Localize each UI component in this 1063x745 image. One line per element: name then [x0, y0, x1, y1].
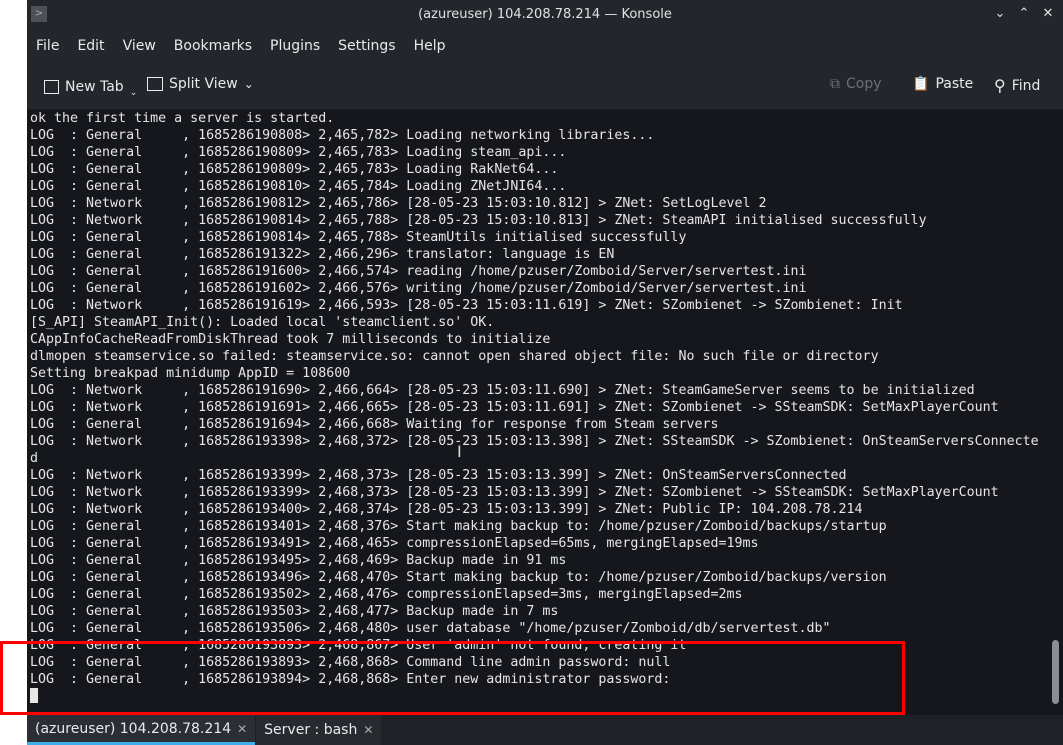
tab-label: (azureuser) 104.208.78.214: [35, 720, 232, 737]
close-icon[interactable]: ✕: [1039, 5, 1057, 23]
close-tab-icon[interactable]: ✕: [363, 723, 373, 737]
tab-azureuser[interactable]: (azureuser) 104.208.78.214 ✕: [27, 715, 256, 745]
terminal-line: LOG : General , 1685286190814> 2,465,788…: [30, 230, 687, 245]
terminal-line: LOG : General , 1685286193496> 2,468,470…: [30, 570, 887, 585]
terminal-line: ok the first time a server is started.: [30, 111, 335, 126]
maximize-icon[interactable]: ⌃: [1015, 5, 1033, 23]
menu-edit[interactable]: Edit: [71, 38, 110, 54]
paste-label: Paste: [935, 76, 974, 92]
menu-bar: File Edit View Bookmarks Plugins Setting…: [27, 30, 1063, 62]
terminal-line: LOG : Network , 1685286193398> 2,468,372…: [30, 434, 1039, 449]
terminal-line: LOG : Network , 1685286191619> 2,466,593…: [30, 298, 903, 313]
terminal-line: LOG : Network , 1685286193399> 2,468,373…: [30, 468, 847, 483]
terminal-line: LOG : General , 1685286193506> 2,468,480…: [30, 621, 831, 636]
terminal-line: LOG : General , 1685286193503> 2,468,477…: [30, 604, 559, 619]
terminal-line: LOG : General , 1685286191602> 2,466,576…: [30, 281, 807, 296]
terminal-line: LOG : Network , 1685286191690> 2,466,664…: [30, 383, 975, 398]
menu-bookmarks[interactable]: Bookmarks: [168, 38, 258, 54]
find-label: Find: [1011, 77, 1041, 94]
terminal-line: d: [30, 451, 39, 466]
paste-icon: 📋: [912, 76, 930, 92]
terminal-line: CAppInfoCacheReadFromDiskThread took 7 m…: [30, 332, 551, 347]
minimize-icon[interactable]: ⌄: [991, 5, 1009, 23]
tab-label: Server : bash: [264, 722, 358, 738]
title-bar: > (azureuser) 104.208.78.214 — Konsole ⌄…: [27, 0, 1063, 30]
terminal-line: LOG : General , 1685286193491> 2,468,465…: [30, 536, 759, 551]
terminal-lines: ok the first time a server is started. LO…: [30, 110, 1039, 705]
terminal-output[interactable]: ok the first time a server is started. LO…: [27, 110, 1063, 715]
terminal-line: LOG : Network , 1685286191691> 2,466,665…: [30, 400, 999, 415]
terminal-line: LOG : General , 1685286193401> 2,468,376…: [30, 519, 887, 534]
menu-file[interactable]: File: [30, 38, 65, 54]
split-view-label: Split View: [169, 76, 238, 92]
terminal-line: LOG : General , 1685286193495> 2,468,469…: [30, 553, 567, 568]
copy-icon: ⧉: [830, 76, 840, 92]
text-cursor-ibeam-icon: I: [457, 442, 462, 461]
chevron-down-icon: ⌄: [243, 77, 254, 91]
split-view-button[interactable]: Split View ⌄: [147, 76, 254, 92]
menu-settings[interactable]: Settings: [332, 38, 401, 54]
terminal-line: LOG : General , 1685286190810> 2,465,784…: [30, 179, 567, 194]
new-tab-button[interactable]: New Tab ⌄: [44, 76, 137, 98]
terminal-line: LOG : General , 1685286193502> 2,468,476…: [30, 587, 743, 602]
terminal-line: LOG : Network , 1685286190814> 2,465,788…: [30, 213, 927, 228]
terminal-line: LOG : General , 1685286191694> 2,466,668…: [30, 417, 719, 432]
new-tab-label: New Tab: [65, 79, 124, 95]
konsole-window: > (azureuser) 104.208.78.214 — Konsole ⌄…: [27, 0, 1063, 745]
menu-plugins[interactable]: Plugins: [264, 38, 326, 54]
menu-view[interactable]: View: [117, 38, 162, 54]
terminal-line: Setting breakpad minidump AppID = 108600: [30, 366, 351, 381]
terminal-line: LOG : General , 1685286190809> 2,465,783…: [30, 162, 559, 177]
terminal-line: LOG : Network , 1685286193399> 2,468,373…: [30, 485, 999, 500]
terminal-line: LOG : General , 1685286191322> 2,466,296…: [30, 247, 615, 262]
tab-server-bash[interactable]: Server : bash ✕: [256, 715, 382, 745]
copy-button[interactable]: ⧉ Copy: [830, 76, 882, 92]
terminal-line: LOG : General , 1685286190809> 2,465,783…: [30, 145, 567, 160]
search-icon: ⚲: [994, 76, 1006, 95]
tab-bar: (azureuser) 104.208.78.214 ✕ Server : ba…: [27, 715, 1063, 745]
terminal-line: LOG : Network , 1685286193400> 2,468,374…: [30, 502, 863, 517]
close-tab-icon[interactable]: ✕: [237, 722, 247, 736]
toolbar: New Tab ⌄ Split View ⌄ ⧉ Copy 📋 Paste ⚲ F…: [27, 62, 1063, 110]
new-tab-icon: [44, 80, 59, 94]
terminal-line: LOG : Network , 1685286190812> 2,465,786…: [30, 196, 767, 211]
red-highlight-box: [0, 641, 905, 715]
split-view-icon: [147, 77, 163, 91]
terminal-line: LOG : General , 1685286191600> 2,466,574…: [30, 264, 807, 279]
menu-help[interactable]: Help: [408, 38, 452, 54]
terminal-line: [S_API] SteamAPI_Init(): Loaded local 's…: [30, 315, 495, 330]
window-title: (azureuser) 104.208.78.214 — Konsole: [418, 7, 672, 22]
find-button[interactable]: ⚲ Find: [994, 76, 1040, 95]
paste-button[interactable]: 📋 Paste: [912, 76, 973, 92]
copy-label: Copy: [846, 76, 882, 92]
scrollbar[interactable]: [1052, 640, 1059, 704]
terminal-line: LOG : General , 1685286190808> 2,465,782…: [30, 128, 655, 143]
terminal-line: dlmopen steamservice.so failed: steamser…: [30, 349, 879, 364]
